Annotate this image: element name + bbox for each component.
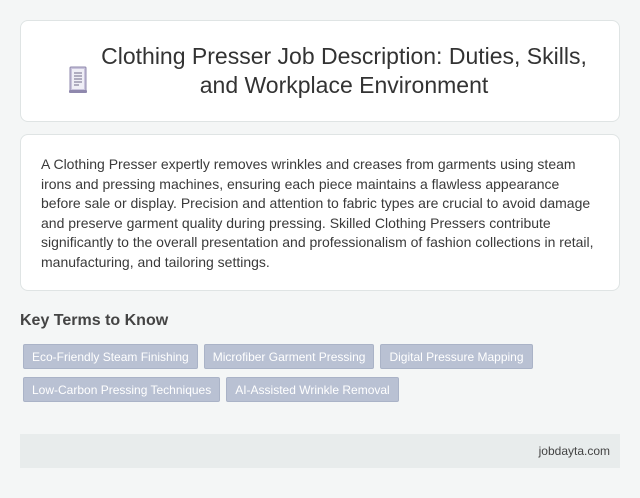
key-term-tag[interactable]: Low-Carbon Pressing Techniques (23, 377, 221, 402)
key-terms-list: Eco-Friendly Steam Finishing Microfiber … (23, 344, 583, 402)
key-term-tag[interactable]: AI-Assisted Wrinkle Removal (226, 377, 399, 402)
description-card: A Clothing Presser expertly removes wrin… (20, 134, 620, 291)
description-text: A Clothing Presser expertly removes wrin… (41, 156, 594, 270)
key-term-tag[interactable]: Eco-Friendly Steam Finishing (23, 344, 198, 369)
key-terms-heading: Key Terms to Know (20, 312, 169, 329)
page: Clothing Presser Job Description: Duties… (0, 0, 640, 498)
key-term-tag[interactable]: Digital Pressure Mapping (380, 344, 533, 369)
title-card: Clothing Presser Job Description: Duties… (20, 20, 620, 122)
footer-site-link[interactable]: jobdayta.com (539, 444, 610, 458)
document-icon (69, 66, 87, 93)
key-term-tag[interactable]: Microfiber Garment Pressing (203, 344, 375, 369)
footer: jobdayta.com (20, 434, 620, 468)
page-title: Clothing Presser Job Description: Duties… (101, 43, 587, 98)
